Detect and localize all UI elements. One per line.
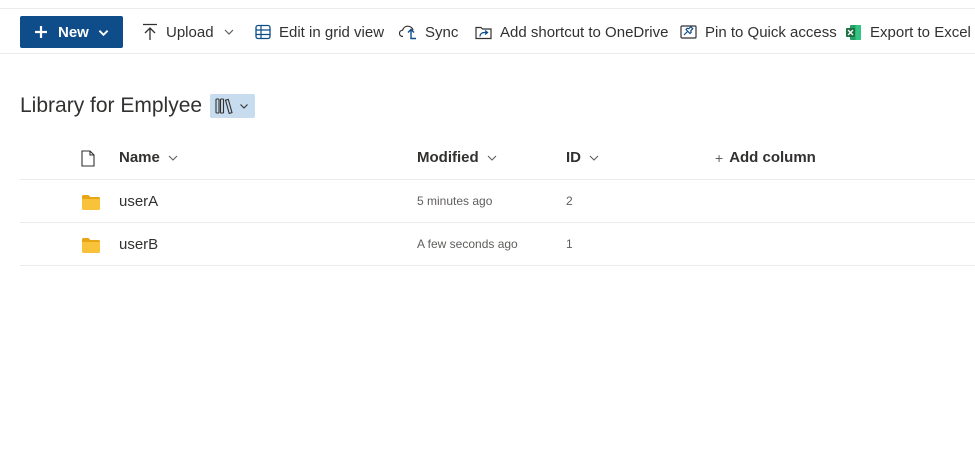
column-header-name[interactable]: Name bbox=[119, 149, 178, 166]
upload-label: Upload bbox=[166, 23, 214, 41]
sync-icon bbox=[399, 25, 416, 40]
table-row[interactable]: userB A few seconds ago 1 bbox=[20, 223, 975, 266]
new-button-label: New bbox=[58, 23, 89, 41]
column-header-id[interactable]: ID bbox=[566, 149, 599, 166]
pin-quick-access-label: Pin to Quick access bbox=[705, 23, 837, 41]
row-name[interactable]: userA bbox=[119, 193, 158, 210]
file-icon[interactable] bbox=[81, 150, 95, 167]
row-name[interactable]: userB bbox=[119, 236, 158, 253]
plus-icon: + bbox=[715, 149, 724, 166]
export-excel-label: Export to Excel bbox=[870, 23, 971, 41]
folder-icon bbox=[82, 238, 100, 253]
upload-button[interactable]: Upload bbox=[142, 20, 234, 44]
export-excel-button[interactable]: Export to Excel bbox=[845, 20, 971, 44]
document-library-page: New Upload Edit in grid view Sync Add sh… bbox=[0, 0, 975, 470]
edit-grid-view-label: Edit in grid view bbox=[279, 23, 385, 41]
add-shortcut-button[interactable]: Add shortcut to OneDrive bbox=[475, 20, 668, 44]
pin-quick-access-button[interactable]: Pin to Quick access bbox=[680, 20, 837, 44]
column-id-label: ID bbox=[566, 149, 581, 166]
chevron-down-icon bbox=[224, 29, 233, 35]
chevron-down-icon bbox=[589, 155, 599, 161]
row-modified: 5 minutes ago bbox=[417, 194, 493, 208]
file-list: Name Modified ID + Add column userA 5 mi… bbox=[20, 137, 975, 266]
chevron-down-icon bbox=[98, 29, 109, 36]
upload-icon bbox=[143, 23, 157, 40]
chevron-down-icon bbox=[240, 104, 248, 109]
column-modified-label: Modified bbox=[417, 149, 479, 166]
grid-icon bbox=[255, 24, 271, 40]
pin-icon bbox=[680, 25, 697, 39]
command-bar: New Upload Edit in grid view Sync Add sh… bbox=[0, 8, 975, 54]
add-column-button[interactable]: + Add column bbox=[715, 149, 816, 166]
add-shortcut-label: Add shortcut to OneDrive bbox=[500, 23, 669, 41]
row-id: 1 bbox=[566, 237, 573, 251]
chevron-down-icon bbox=[487, 155, 497, 161]
chevron-down-icon bbox=[168, 155, 178, 161]
library-header: Library for Emplyee bbox=[20, 92, 256, 120]
row-id: 2 bbox=[566, 194, 573, 208]
table-row[interactable]: userA 5 minutes ago 2 bbox=[20, 180, 975, 223]
page-title: Library for Emplyee bbox=[20, 94, 203, 117]
library-view-button[interactable] bbox=[210, 94, 256, 118]
edit-grid-view-button[interactable]: Edit in grid view bbox=[255, 20, 384, 44]
library-icon bbox=[215, 98, 233, 114]
list-header: Name Modified ID + Add column bbox=[20, 137, 975, 180]
plus-icon bbox=[35, 26, 47, 38]
column-header-modified[interactable]: Modified bbox=[417, 149, 497, 166]
sync-label: Sync bbox=[425, 23, 459, 41]
add-column-label: Add column bbox=[729, 149, 816, 166]
excel-icon bbox=[846, 24, 861, 40]
shortcut-icon bbox=[475, 26, 492, 40]
sync-button[interactable]: Sync bbox=[399, 20, 458, 44]
row-modified: A few seconds ago bbox=[417, 237, 518, 251]
folder-icon bbox=[82, 195, 100, 210]
column-name-label: Name bbox=[119, 149, 160, 166]
new-button[interactable]: New bbox=[20, 16, 123, 48]
